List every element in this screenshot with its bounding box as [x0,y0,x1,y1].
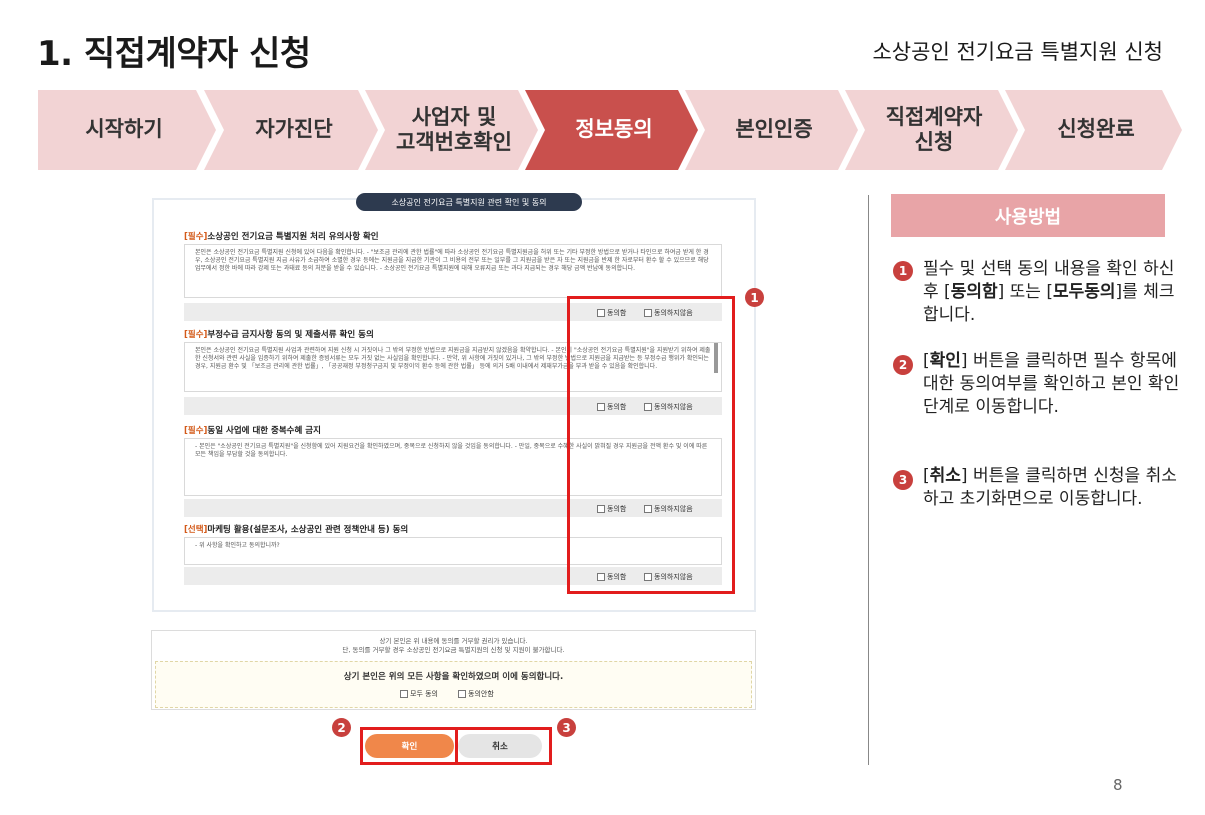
disagree-all-checkbox[interactable]: 동의안함 [458,689,494,699]
instruction-2: [확인] 버튼을 클릭하면 필수 항목에 대한 동의여부를 확인하고 본인 확인… [923,351,1180,417]
consent-form-title: 소상공인 전기요금 특별지원 관련 확인 및 동의 [356,193,582,211]
marker-1: 1 [745,288,764,307]
usage-header: 사용방법 [891,194,1165,237]
step-identity-verification: 본인인증 [735,117,813,142]
step-progress: 시작하기 자가진단 사업자 및 고객번호확인 정보동의 본인인증 직접계약자 신청 … [38,90,1182,170]
instruction-num-1: 1 [893,261,913,281]
page-number: 8 [1113,776,1123,794]
section-body-1: 본인은 소상공인 전기요금 특별지원 신청에 있어 다음을 확인합니다. - "… [184,244,722,298]
confirm-all-area: 상기 본인은 위의 모든 사항을 확인하였으며 이에 동의합니다. 모두 동의 … [155,661,752,708]
page-title: 1. 직접계약자 신청 [37,34,311,74]
cancel-highlight-box [455,727,552,765]
marker-3: 3 [557,718,576,737]
instruction-3: [취소] 버튼을 클릭하면 신청을 취소하고 초기화면으로 이동합니다. [923,466,1177,509]
instruction-num-2: 2 [893,355,913,375]
step-self-diagnosis: 자가진단 [255,117,333,142]
step-info-consent: 정보동의 [575,117,653,142]
step-business-check: 사업자 및 고객번호확인 [396,104,512,154]
marker-2: 2 [332,718,351,737]
section-heading-2: [필수]부정수급 금지사항 동의 및 제출서류 확인 동의 [184,330,374,340]
step-direct-contract: 직접계약자 신청 [885,104,983,154]
step-complete: 신청완료 [1057,117,1135,142]
instruction-num-3: 3 [893,470,913,490]
section-heading-1: [필수]소상공인 전기요금 특별지원 처리 유의사항 확인 [184,232,379,242]
checkbox-highlight-box [567,296,735,594]
notice-text: 상기 본인은 위 내용에 동의를 거부할 권리가 있습니다. 단, 동의를 거부… [342,637,565,655]
consent-notice: 상기 본인은 위 내용에 동의를 거부할 권리가 있습니다. 단, 동의를 거부… [151,630,756,710]
step-start: 시작하기 [85,117,163,142]
instruction-1: 필수 및 선택 동의 내용을 확인 하신 후 [동의함] 또는 [모두동의]를 … [923,259,1175,325]
section-heading-3: [필수]동일 사업에 대한 중복수혜 금지 [184,426,321,436]
confirm-statement: 상기 본인은 위의 모든 사항을 확인하였으며 이에 동의합니다. [343,672,564,682]
panel-divider [868,195,869,765]
confirm-highlight-box [360,727,458,765]
page-subtitle: 소상공인 전기요금 특별지원 신청 [872,40,1163,64]
agree-all-checkbox[interactable]: 모두 동의 [400,689,438,699]
section-heading-4: [선택]마케팅 활용(설문조사, 소상공인 관련 정책안내 등) 동의 [184,525,409,535]
